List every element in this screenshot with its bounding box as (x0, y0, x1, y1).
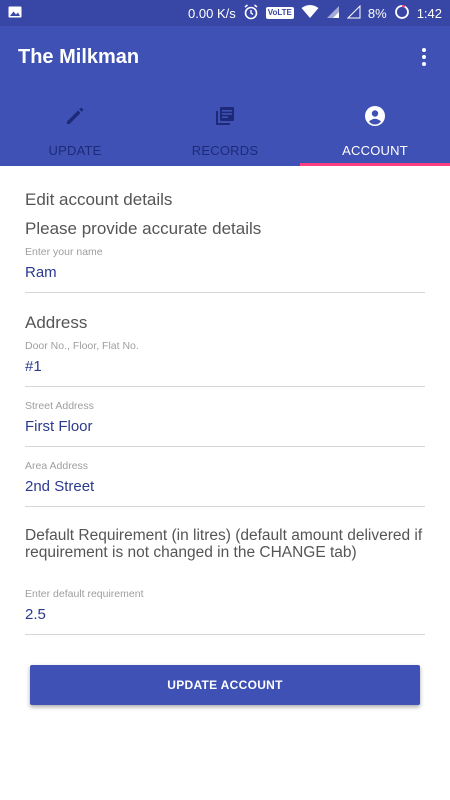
tab-account[interactable]: ACCOUNT (300, 98, 450, 166)
records-icon (213, 104, 237, 133)
alarm-icon (243, 3, 259, 23)
area-field-label: Area Address (25, 460, 89, 472)
network-speed: 0.00 K/s (188, 5, 236, 21)
area-field-value[interactable]: 2nd Street (25, 478, 425, 495)
account-icon (363, 104, 387, 133)
signal-icon (346, 4, 361, 22)
field-underline (25, 386, 425, 387)
battery-percent: 8% (367, 5, 387, 21)
address-heading: Address (25, 313, 88, 332)
signal-icon (326, 5, 340, 22)
app-title: The Milkman (18, 46, 140, 68)
form-heading: Edit account details (25, 190, 173, 209)
tab-records[interactable]: RECORDS (150, 98, 300, 166)
requirement-field-value[interactable]: 2.5 (25, 606, 425, 623)
tab-update[interactable]: UPDATE (0, 98, 150, 166)
volte-badge: VoLTE (265, 7, 294, 19)
requirement-heading: Default Requirement (in litres) (default… (25, 527, 423, 561)
area-field[interactable]: Area Address 2nd Street (25, 460, 425, 507)
clock: 1:42 (416, 5, 442, 21)
name-field[interactable]: Enter your name Ram (25, 246, 425, 293)
battery-icon (394, 4, 410, 23)
street-field[interactable]: Street Address First Floor (25, 400, 425, 447)
image-icon (8, 6, 22, 21)
field-underline (25, 506, 425, 507)
pencil-icon (63, 104, 87, 133)
field-underline (25, 446, 425, 447)
door-field-value[interactable]: #1 (25, 358, 425, 375)
status-bar: 0.00 K/s VoLTE 8% 1:42 (0, 0, 450, 26)
door-field-label: Door No., Floor, Flat No. (25, 340, 139, 352)
requirement-field[interactable]: Enter default requirement 2.5 (25, 588, 425, 635)
tab-label: ACCOUNT (342, 143, 408, 158)
field-underline (25, 292, 425, 293)
active-tab-indicator (300, 163, 450, 166)
tab-label: RECORDS (191, 143, 259, 158)
more-vert-icon[interactable] (412, 44, 436, 70)
tab-bar: UPDATE RECORDS ACCOUNT (0, 98, 450, 166)
street-field-value[interactable]: First Floor (25, 418, 425, 435)
update-account-button[interactable]: UPDATE ACCOUNT (30, 665, 420, 705)
field-underline (25, 634, 425, 635)
wifi-icon (301, 4, 319, 22)
app-bar: The Milkman UPDATE RECORDS ACCOUNT (0, 26, 450, 166)
door-field[interactable]: Door No., Floor, Flat No. #1 (25, 340, 425, 387)
tab-label: UPDATE (48, 143, 102, 158)
form-subheading: Please provide accurate details (25, 219, 262, 238)
name-field-label: Enter your name (25, 246, 103, 258)
requirement-field-label: Enter default requirement (25, 588, 144, 600)
street-field-label: Street Address (25, 400, 94, 412)
name-field-value[interactable]: Ram (25, 264, 425, 281)
